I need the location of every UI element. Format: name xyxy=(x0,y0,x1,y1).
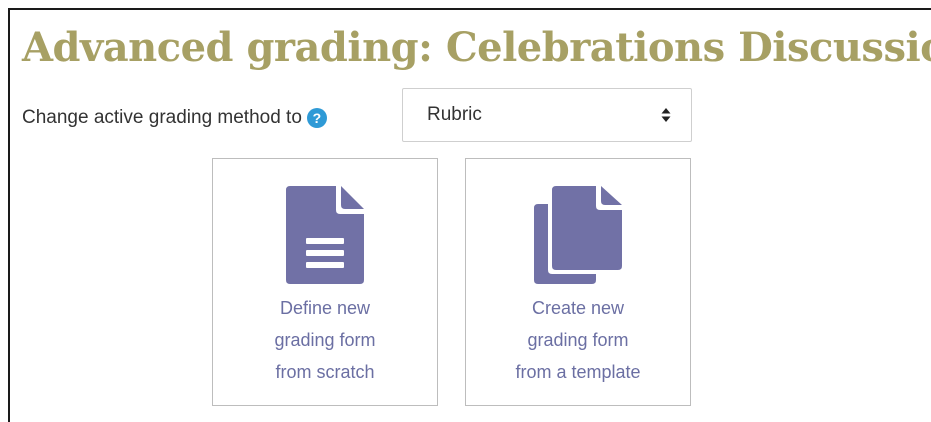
help-icon[interactable]: ? xyxy=(306,108,327,128)
card-text-line: grading form xyxy=(527,330,629,350)
create-from-template-card[interactable]: Create new grading form from a template xyxy=(465,158,691,406)
card-text-line: Define new xyxy=(279,298,371,318)
card-text-line: from a template xyxy=(515,362,641,382)
grading-method-row: Change active grading method to ? xyxy=(22,92,327,144)
card-text-line: grading form xyxy=(274,330,376,350)
sort-arrows-icon xyxy=(661,108,671,122)
grading-method-select[interactable]: Rubric xyxy=(402,88,692,142)
define-new-form-text: Define new grading form from scratch xyxy=(213,292,437,388)
define-new-form-card[interactable]: Define new grading form from scratch xyxy=(212,158,438,406)
grading-method-selected-value: Rubric xyxy=(427,104,482,125)
card-text-line: Create new xyxy=(531,298,625,318)
file-text-icon xyxy=(286,186,364,284)
create-from-template-text: Create new grading form from a template xyxy=(466,292,690,388)
card-text-line: from scratch xyxy=(275,362,375,382)
page-frame: Advanced grading: Celebrations Discussio… xyxy=(8,8,931,422)
grading-method-label: Change active grading method to xyxy=(22,107,302,128)
page-title: Advanced grading: Celebrations Discussio… xyxy=(22,24,931,71)
copy-files-icon xyxy=(534,186,622,284)
